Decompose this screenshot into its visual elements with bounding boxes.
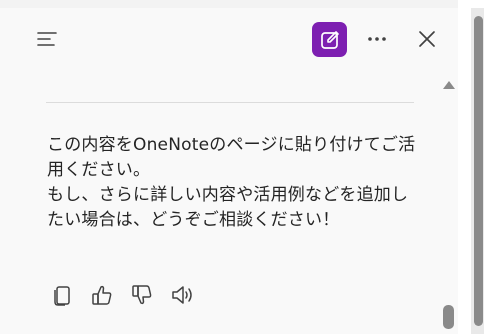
copilot-chat-panel: この内容をOneNoteのページに貼り付けてご活用ください。 もし、さらに詳しい… bbox=[0, 0, 484, 334]
thumbs-up-icon bbox=[92, 285, 112, 305]
new-chat-button[interactable] bbox=[312, 22, 347, 57]
close-button[interactable] bbox=[412, 24, 442, 54]
assistant-message: この内容をOneNoteのページに貼り付けてご活用ください。 もし、さらに詳しい… bbox=[47, 133, 417, 233]
more-horizontal-icon bbox=[368, 37, 386, 41]
inner-scrollbar-thumb[interactable] bbox=[443, 305, 454, 329]
more-options-button[interactable] bbox=[362, 24, 392, 54]
copy-icon bbox=[54, 286, 70, 306]
message-divider bbox=[46, 102, 414, 103]
close-icon bbox=[419, 31, 435, 47]
thumbs-down-icon bbox=[132, 285, 152, 305]
speaker-icon bbox=[172, 286, 192, 304]
dislike-button[interactable] bbox=[128, 281, 156, 309]
compose-icon bbox=[320, 30, 339, 49]
outer-scrollbar-thumb[interactable] bbox=[474, 16, 483, 326]
copy-button[interactable] bbox=[48, 281, 76, 309]
read-aloud-button[interactable] bbox=[168, 281, 196, 309]
message-paragraph: この内容をOneNoteのページに貼り付けてご活用ください。 bbox=[47, 135, 416, 180]
panel-header bbox=[0, 8, 458, 72]
menu-icon bbox=[37, 32, 57, 46]
like-button[interactable] bbox=[88, 281, 116, 309]
top-edge bbox=[0, 0, 458, 8]
scroll-up-button[interactable] bbox=[441, 78, 457, 92]
triangle-up-icon bbox=[443, 81, 455, 89]
message-paragraph: もし、さらに詳しい内容や活用例などを追加したい場合は、どうぞご相談ください！ bbox=[47, 185, 409, 230]
message-actions bbox=[48, 281, 208, 309]
menu-button[interactable] bbox=[32, 24, 62, 54]
